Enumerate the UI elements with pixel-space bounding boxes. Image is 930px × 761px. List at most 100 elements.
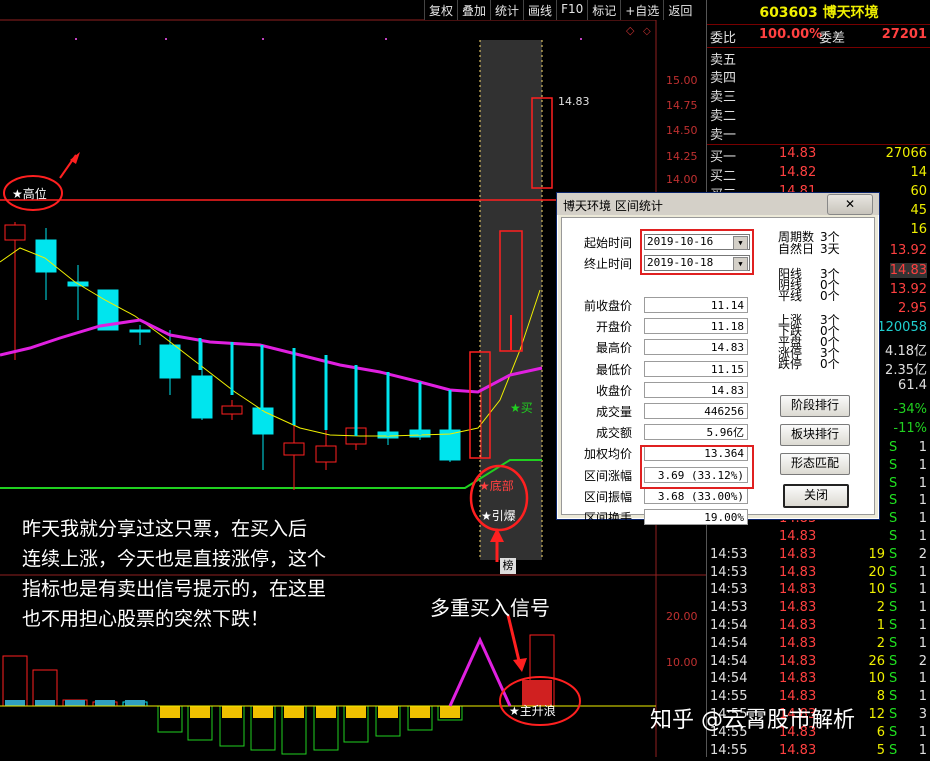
- close-button[interactable]: 关闭: [783, 484, 849, 508]
- last-price-label: 14.83: [558, 95, 590, 108]
- price-axis-label: 14.50: [666, 124, 698, 137]
- tick-row: 14:53 14.83 19 S 2: [710, 546, 927, 562]
- marker-dots: [75, 38, 582, 40]
- annotation-line: 昨天我就分享过这只票，在买入后: [22, 518, 308, 540]
- field-value: 14.83: [644, 339, 748, 356]
- energy-block: [253, 706, 273, 718]
- close-icon[interactable]: ✕: [827, 194, 873, 215]
- annotation-line: 连续上涨，今天也是直接涨停，这个: [22, 548, 327, 570]
- tick-row: 14:53 14.83 2 S 1: [710, 600, 927, 616]
- field-label: 成交额: [595, 426, 632, 441]
- candle-body: [221, 405, 243, 415]
- field-value: 3.68 (33.00%): [644, 487, 748, 504]
- watermark: 知乎 @云霄股市解析: [650, 708, 855, 733]
- weibi-row: 委比 100.00% 委差 27201: [710, 27, 927, 46]
- tick-row: 14:53 14.83 20 S 1: [710, 564, 927, 580]
- energy-block: [440, 706, 460, 718]
- stage-rank-button[interactable]: 阶段排行: [780, 395, 850, 417]
- field-value: 5.96亿: [644, 424, 748, 441]
- sell-row: 卖一: [710, 128, 737, 143]
- field-value: 14.83: [644, 381, 748, 398]
- tick-row: 14:54 14.83 1 S 1: [710, 618, 927, 633]
- stat-label: 跌停: [778, 357, 803, 371]
- price-axis-label: 14.25: [666, 150, 698, 163]
- energy-block: [5, 700, 25, 706]
- tick-row: 14:54 14.83 26 S 2: [710, 653, 927, 669]
- stat-value: 0个: [820, 289, 840, 303]
- volume-bar: [2, 655, 28, 707]
- energy-block: [346, 706, 366, 718]
- energy-block: [125, 700, 145, 706]
- f10-button[interactable]: F10: [556, 0, 587, 20]
- energy-block: [316, 706, 336, 718]
- sell-row: 卖二: [710, 109, 737, 124]
- candle-body: [315, 445, 337, 463]
- price-axis-label: 15.00: [666, 74, 698, 87]
- tick-row: 14:54 14.83 2 S 1: [710, 635, 927, 651]
- field-value: 11.18: [644, 318, 748, 335]
- sell-row: 卖五: [710, 53, 737, 68]
- start-label: 起始时间: [583, 236, 632, 250]
- energy-block: [284, 706, 304, 718]
- ma-magenta-line: [0, 318, 543, 394]
- buy-marker: ★买: [510, 401, 533, 415]
- field-value: 11.15: [644, 360, 748, 377]
- energy-block: [190, 706, 210, 718]
- indicator-ticks: [198, 338, 452, 436]
- fuquan-button[interactable]: 复权: [424, 0, 457, 20]
- energy-block: [65, 700, 85, 706]
- tick-row: 14:54 14.83 10 S 1: [710, 671, 927, 687]
- stat-label: 自然日: [778, 242, 815, 256]
- range-stats-dialog: 博天环境 区间统计 ✕ 起始时间 2019-10-16 ▼ 终止时间 2019-1…: [556, 192, 880, 525]
- candle-body: [129, 329, 151, 333]
- volume-pane: [2, 634, 555, 755]
- energy-block: [160, 706, 180, 718]
- date-highlight-box: [640, 229, 754, 275]
- field-label: 加权均价: [583, 447, 632, 462]
- bottom-level-line: [0, 459, 542, 489]
- sector-rank-button[interactable]: 板块排行: [780, 424, 850, 446]
- back-button[interactable]: 返回: [663, 0, 696, 20]
- buy-row: 买一 14.83 27066: [710, 146, 927, 165]
- candle-body: [159, 344, 181, 379]
- energy-block: [95, 700, 115, 706]
- energy-block: [378, 706, 398, 718]
- tick-row: 14:53 14.83 10 S 1: [710, 582, 927, 598]
- add-watchlist-button[interactable]: +自选: [620, 0, 663, 20]
- tick-row: 14:55 14.83 5 S 1: [710, 742, 927, 758]
- bottom-marker: ★底部: [479, 479, 514, 493]
- draw-line-button[interactable]: 画线: [523, 0, 556, 20]
- candle-body: [191, 375, 213, 419]
- field-label: 最低价: [595, 362, 632, 377]
- dialog-titlebar[interactable]: 博天环境 区间统计 ✕: [557, 193, 879, 215]
- annotation-line: 也不用担心股票的突然下跌！: [22, 608, 270, 630]
- diamond-icon: ◇: [626, 24, 635, 37]
- end-label: 终止时间: [583, 257, 632, 271]
- volume-axis-label: 10.00: [666, 656, 698, 669]
- high-marker: ★高位: [12, 187, 47, 201]
- stats-button[interactable]: 统计: [490, 0, 523, 20]
- field-label: 开盘价: [595, 320, 632, 335]
- buy-row: 买二 14.82 14: [710, 165, 927, 184]
- mark-button[interactable]: 标记: [587, 0, 620, 20]
- energy-block: [35, 700, 55, 706]
- candle-body: [283, 442, 305, 456]
- field-label: 区间换手: [583, 511, 632, 525]
- energy-block: [222, 706, 242, 718]
- field-label: 前收盘价: [583, 299, 632, 313]
- sell-row: 卖四: [710, 71, 737, 86]
- stat-label: 平线: [778, 289, 803, 303]
- pattern-match-button[interactable]: 形态匹配: [780, 453, 850, 475]
- energy-block: [410, 706, 430, 718]
- stat-value: 0个: [820, 357, 840, 371]
- field-value: 19.00%: [644, 509, 748, 525]
- stock-title: 603603 博天环境: [759, 5, 879, 21]
- bang-badge: 榜: [500, 558, 516, 574]
- volume-axis-label: 20.00: [666, 610, 698, 623]
- field-value: 11.14: [644, 297, 748, 313]
- price-axis-label: 14.75: [666, 99, 698, 112]
- annotation-line: 指标也是有卖出信号提示的，在这里: [22, 578, 327, 600]
- overlay-button[interactable]: 叠加: [457, 0, 490, 20]
- ignite-marker: ★引爆: [481, 509, 516, 523]
- field-label: 区间振幅: [583, 489, 632, 504]
